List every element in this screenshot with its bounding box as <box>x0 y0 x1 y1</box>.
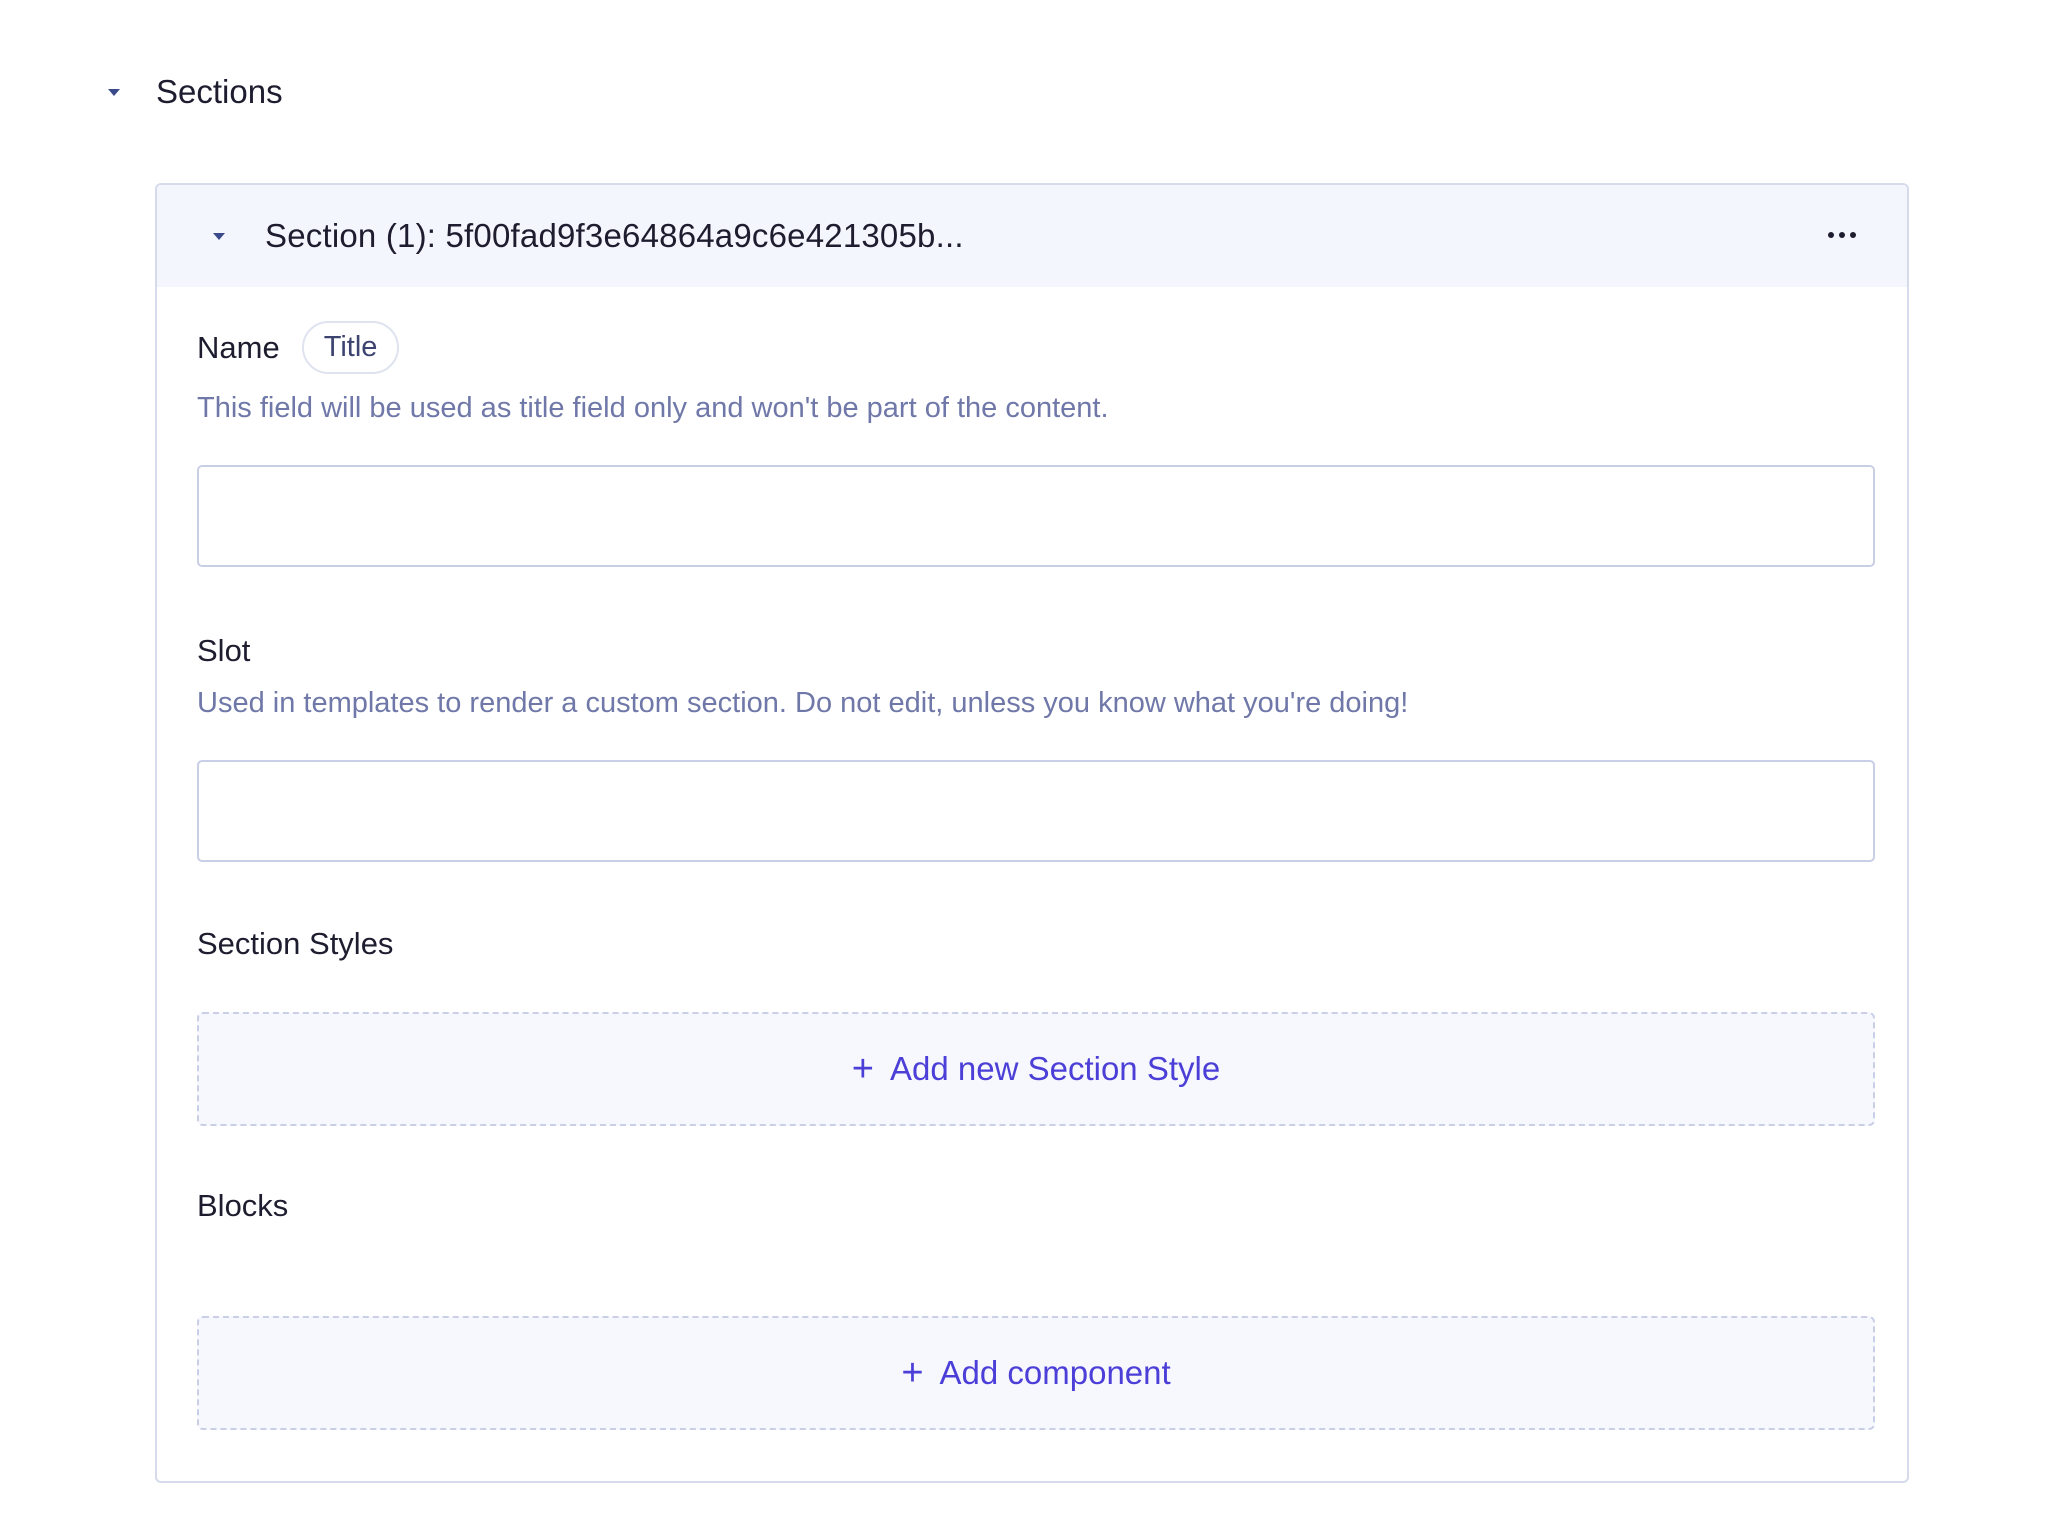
blocks-label: Blocks <box>197 1188 289 1223</box>
section-styles-field: Section Styles + Add new Section Style <box>197 926 1875 1126</box>
sections-toggle[interactable]: Sections <box>100 66 283 118</box>
plus-icon: + <box>901 1352 924 1394</box>
plus-icon: + <box>851 1048 874 1090</box>
section-card: Section (1): 5f00fad9f3e64864a9c6e421305… <box>155 183 1909 1483</box>
slot-input[interactable] <box>197 760 1875 862</box>
caret-down-icon <box>213 232 225 240</box>
section-card-header[interactable]: Section (1): 5f00fad9f3e64864a9c6e421305… <box>157 185 1907 287</box>
title-badge: Title <box>301 321 400 374</box>
name-help-text: This field will be used as title field o… <box>197 392 1109 424</box>
name-label-row: Name Title <box>197 321 1875 374</box>
name-field: Name Title This field will be used as ti… <box>197 321 1875 567</box>
slot-help-text: Used in templates to render a custom sec… <box>197 687 1409 719</box>
add-section-style-button[interactable]: + Add new Section Style <box>197 1012 1875 1126</box>
slot-field: Slot Used in templates to render a custo… <box>197 633 1875 862</box>
section-card-title: Section (1): 5f00fad9f3e64864a9c6e421305… <box>265 217 964 254</box>
slot-label-row: Slot <box>197 633 1875 669</box>
name-input[interactable] <box>197 465 1875 567</box>
add-component-button[interactable]: + Add component <box>197 1316 1875 1430</box>
section-styles-label: Section Styles <box>197 926 394 961</box>
blocks-field: Blocks + Add component <box>197 1188 1875 1430</box>
add-section-style-label: Add new Section Style <box>890 1050 1221 1087</box>
name-label: Name <box>197 329 280 365</box>
caret-down-icon <box>108 88 120 96</box>
blocks-label-row: Blocks <box>197 1188 1875 1224</box>
sections-title: Sections <box>156 73 283 110</box>
page: Sections Section (1): 5f00fad9f3e64864a9… <box>0 0 2048 1519</box>
more-options-button[interactable] <box>1817 215 1867 255</box>
slot-label: Slot <box>197 633 251 668</box>
section-styles-label-row: Section Styles <box>197 926 1875 962</box>
section-card-body: Name Title This field will be used as ti… <box>157 321 1907 1430</box>
add-component-label: Add component <box>939 1354 1171 1391</box>
more-horizontal-icon <box>1828 232 1834 238</box>
